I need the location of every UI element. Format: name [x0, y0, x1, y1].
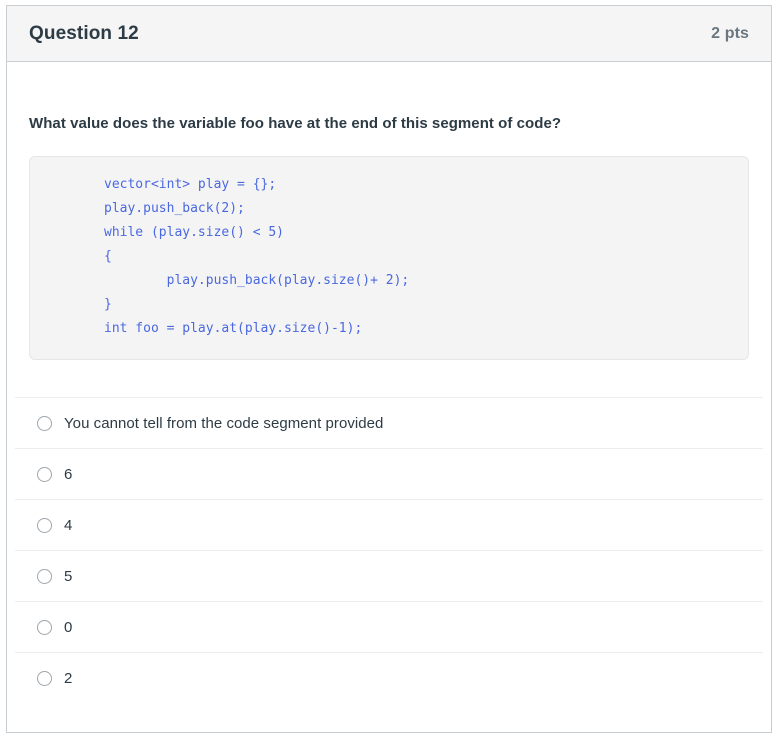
- answer-label: 2: [64, 669, 73, 687]
- question-points: 2 pts: [711, 24, 749, 42]
- code-line: play.push_back(2);: [104, 201, 245, 216]
- answer-label: 6: [64, 465, 73, 483]
- radio-button-icon[interactable]: [37, 568, 52, 584]
- radio-button-icon[interactable]: [37, 517, 52, 533]
- radio-button-icon[interactable]: [37, 670, 52, 686]
- answer-label: 4: [64, 516, 73, 534]
- code-line: {: [104, 249, 112, 264]
- radio-button-icon[interactable]: [37, 415, 52, 431]
- answer-option[interactable]: 2: [15, 652, 763, 703]
- question-container: Question 12 2 pts What value does the va…: [6, 5, 772, 733]
- answer-option[interactable]: You cannot tell from the code segment pr…: [15, 397, 763, 448]
- question-prompt: What value does the variable foo have at…: [29, 115, 562, 132]
- code-line: while (play.size() < 5): [104, 225, 285, 240]
- answer-option[interactable]: 5: [15, 550, 763, 601]
- question-header: Question 12 2 pts: [7, 6, 771, 62]
- question-body: What value does the variable foo have at…: [7, 62, 771, 703]
- code-line: int foo = play.at(play.size()-1);: [104, 321, 363, 336]
- answer-option[interactable]: 6: [15, 448, 763, 499]
- question-title: Question 12: [29, 22, 139, 44]
- answer-option[interactable]: 4: [15, 499, 763, 550]
- code-line: }: [104, 297, 112, 312]
- radio-button-icon[interactable]: [37, 466, 52, 482]
- code-line: play.push_back(play.size()+ 2);: [104, 273, 410, 288]
- radio-button-icon[interactable]: [37, 619, 52, 635]
- answer-label: 0: [64, 618, 73, 636]
- code-block: vector<int> play = {}; play.push_back(2)…: [29, 156, 749, 360]
- answer-label: You cannot tell from the code segment pr…: [64, 414, 384, 432]
- answer-label: 5: [64, 567, 73, 585]
- answer-list: You cannot tell from the code segment pr…: [15, 397, 763, 703]
- code-line: vector<int> play = {};: [104, 177, 277, 192]
- answer-option[interactable]: 0: [15, 601, 763, 652]
